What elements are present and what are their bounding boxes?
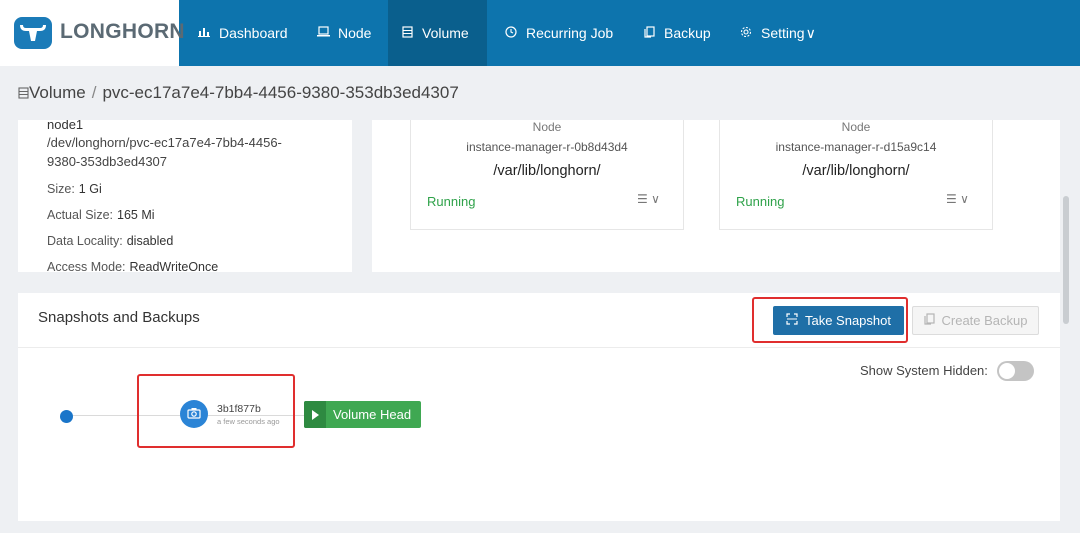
- nav-backup[interactable]: Backup: [630, 0, 723, 66]
- show-system-hidden-toggle[interactable]: [997, 361, 1034, 381]
- toggle-knob: [999, 363, 1015, 379]
- breadcrumb-bar: Volume / pvc-ec17a7e4-7bb4-4456-9380-353db…: [0, 66, 1080, 120]
- volume-list-icon: [18, 84, 29, 104]
- replica-menu-dropdown[interactable]: ☰ ∨: [637, 192, 660, 206]
- nav-dashboard[interactable]: Dashboard: [185, 0, 300, 66]
- replica-card: Node instance-manager-r-0b8d43d4 /var/li…: [410, 120, 684, 230]
- volume-head-node[interactable]: Volume Head: [304, 401, 421, 428]
- node-name: node1: [47, 120, 84, 132]
- actual-size-value: 165 Mi: [117, 208, 155, 222]
- copy-icon: [923, 313, 935, 328]
- access-mode-label: Access Mode:: [47, 260, 126, 272]
- size-value: 1 Gi: [78, 182, 102, 196]
- size-label: Size:: [47, 182, 75, 196]
- create-backup-button[interactable]: Create Backup: [912, 306, 1039, 335]
- nav-recurring-job-label: Recurring Job: [526, 25, 614, 41]
- breadcrumb: Volume / pvc-ec17a7e4-7bb4-4456-9380-353db…: [18, 83, 459, 104]
- replica-status: Running: [736, 194, 785, 209]
- chart-icon: [197, 26, 211, 40]
- replica-status: Running: [427, 194, 476, 209]
- replica-instance-manager: instance-manager-r-0b8d43d4: [466, 140, 628, 154]
- breadcrumb-separator: /: [91, 83, 97, 102]
- device-path-line2: 9380-353db3ed4307: [47, 154, 168, 169]
- logo[interactable]: LONGHORN: [0, 0, 185, 66]
- volume-icon: [400, 25, 414, 41]
- show-system-hidden-label: Show System Hidden:: [860, 363, 988, 378]
- actual-size-label: Actual Size:: [47, 208, 114, 222]
- laptop-icon: [316, 26, 330, 40]
- size-row: Size: 1 Gi: [47, 182, 102, 196]
- timeline-root-dot: [60, 410, 73, 423]
- create-backup-label: Create Backup: [941, 313, 1028, 328]
- actual-size-row: Actual Size: 165 Mi: [47, 208, 155, 222]
- logo-text: LONGHORN: [60, 20, 185, 43]
- nav-node[interactable]: Node: [304, 0, 383, 66]
- snapshot-highlight-box: [137, 374, 295, 448]
- snapshots-title: Snapshots and Backups: [38, 309, 200, 326]
- gear-icon: [739, 26, 753, 41]
- data-locality-value: disabled: [126, 234, 174, 248]
- data-locality-label: Data Locality:: [47, 234, 123, 248]
- replica-path: /var/lib/longhorn/: [802, 163, 910, 179]
- volume-head-label: Volume Head: [333, 407, 412, 422]
- replica-card: Node instance-manager-r-d15a9c14 /var/li…: [719, 120, 993, 230]
- nav-backup-label: Backup: [664, 25, 711, 41]
- volume-details-panel: node1 /dev/longhorn/pvc-ec17a7e4-7bb4-44…: [18, 120, 352, 272]
- nav-setting-label: Setting: [761, 25, 805, 41]
- replica-menu-dropdown[interactable]: ☰ ∨: [946, 192, 969, 206]
- nav-recurring-job[interactable]: Recurring Job: [492, 0, 625, 66]
- nav-dashboard-label: Dashboard: [219, 25, 288, 41]
- nav-setting[interactable]: Setting ∨: [727, 0, 828, 66]
- replicas-panel: Node instance-manager-r-0b8d43d4 /var/li…: [372, 120, 1060, 272]
- chevron-down-icon: ∨: [805, 24, 816, 41]
- top-navbar: LONGHORN Dashboard Node Volume Recurring…: [0, 0, 1080, 66]
- copy-icon: [642, 25, 656, 41]
- breadcrumb-root[interactable]: Volume: [29, 83, 86, 102]
- replica-path: /var/lib/longhorn/: [493, 163, 601, 179]
- take-snapshot-highlight-box: [752, 297, 908, 343]
- breadcrumb-current: pvc-ec17a7e4-7bb4-4456-9380-353db3ed4307: [102, 83, 459, 102]
- longhorn-logo-icon: [14, 17, 52, 49]
- nav-node-label: Node: [338, 25, 372, 41]
- play-icon: [304, 401, 326, 428]
- page-scrollbar[interactable]: [1063, 196, 1069, 324]
- replica-node-label: Node: [532, 120, 562, 134]
- replica-instance-manager: instance-manager-r-d15a9c14: [775, 140, 937, 154]
- nav-volume-label: Volume: [422, 25, 469, 41]
- data-locality-row: Data Locality: disabled: [47, 234, 173, 248]
- clock-icon: [504, 25, 518, 41]
- device-path-line1: /dev/longhorn/pvc-ec17a7e4-7bb4-4456-: [47, 135, 282, 150]
- access-mode-value: ReadWriteOnce: [129, 260, 219, 272]
- access-mode-row: Access Mode: ReadWriteOnce: [47, 260, 218, 272]
- nav-volume[interactable]: Volume: [388, 0, 487, 66]
- replica-node-label: Node: [841, 120, 871, 134]
